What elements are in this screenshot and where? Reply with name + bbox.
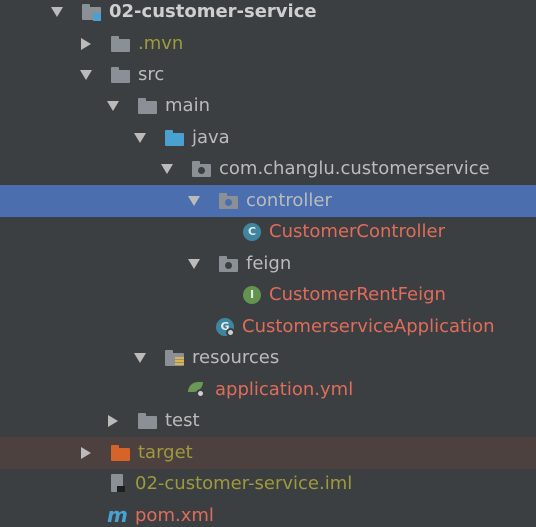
tree-item-src[interactable]: src [0,59,536,91]
interface-icon: I [241,285,263,305]
tree-item-label: 02-customer-service.iml [135,472,353,494]
folder-icon [110,65,132,85]
spring-config-icon [187,380,209,400]
tree-item-label: controller [246,189,332,211]
collapse-arrow-icon[interactable] [108,414,118,427]
tree-item-label: CustomerserviceApplication [242,315,495,337]
resources-folder-icon [164,348,186,368]
tree-item-label: java [192,126,230,148]
tree-item-label: application.yml [215,378,354,400]
tree-item-pom-xml[interactable]: m pom.xml [0,500,536,527]
package-icon [218,191,240,211]
tree-item-module-root[interactable]: 02-customer-service [0,0,536,28]
class-icon: C [241,222,263,242]
maven-icon: m [107,502,128,527]
expand-arrow-icon[interactable] [51,6,63,17]
module-file-icon [107,473,129,494]
tree-item-label: target [138,441,193,463]
tree-item-mvn[interactable]: .mvn [0,28,536,60]
tree-item-label: com.changlu.customerservice [219,157,490,179]
folder-icon [137,96,159,116]
tree-item-label: CustomerController [269,220,445,242]
tree-item-label: main [165,94,210,116]
expand-arrow-icon[interactable] [80,69,92,80]
tree-item-feign[interactable]: feign [0,248,536,280]
tree-item-label: pom.xml [135,504,214,526]
tree-item-label: src [138,63,165,85]
tree-item-label: test [165,409,200,431]
tree-item-customerservice-application[interactable]: G CustomerserviceApplication [0,311,536,343]
folder-icon [110,34,132,54]
source-folder-icon [164,128,186,148]
tree-item-label: resources [192,346,280,368]
project-tree: 02-customer-service .mvn src main java c… [0,0,536,527]
folder-icon [137,411,159,431]
tree-item-java[interactable]: java [0,122,536,154]
tree-item-controller[interactable]: controller [0,185,536,217]
expand-arrow-icon[interactable] [134,352,146,363]
tree-item-iml-file[interactable]: 02-customer-service.iml [0,468,536,500]
collapse-arrow-icon[interactable] [81,37,91,50]
collapse-arrow-icon[interactable] [81,446,91,459]
tree-item-package-root[interactable]: com.changlu.customerservice [0,153,536,185]
tree-item-customer-rent-feign[interactable]: I CustomerRentFeign [0,279,536,311]
package-icon [191,159,213,179]
expand-arrow-icon[interactable] [107,100,119,111]
tree-item-label: 02-customer-service [109,0,317,22]
spring-boot-application-icon: G [214,317,236,337]
expand-arrow-icon[interactable] [134,132,146,143]
tree-item-customer-controller[interactable]: C CustomerController [0,216,536,248]
tree-item-main[interactable]: main [0,90,536,122]
tree-item-resources[interactable]: resources [0,342,536,374]
tree-item-application-yml[interactable]: application.yml [0,374,536,406]
tree-item-target[interactable]: target [0,437,536,469]
expand-arrow-icon[interactable] [188,195,200,206]
expand-arrow-icon[interactable] [161,163,173,174]
excluded-folder-icon [110,443,132,463]
package-icon [218,254,240,274]
tree-item-test[interactable]: test [0,405,536,437]
expand-arrow-icon[interactable] [188,258,200,269]
tree-item-label: .mvn [138,32,184,54]
tree-item-label: CustomerRentFeign [269,283,446,305]
module-folder-icon [81,2,103,22]
tree-item-label: feign [246,252,292,274]
